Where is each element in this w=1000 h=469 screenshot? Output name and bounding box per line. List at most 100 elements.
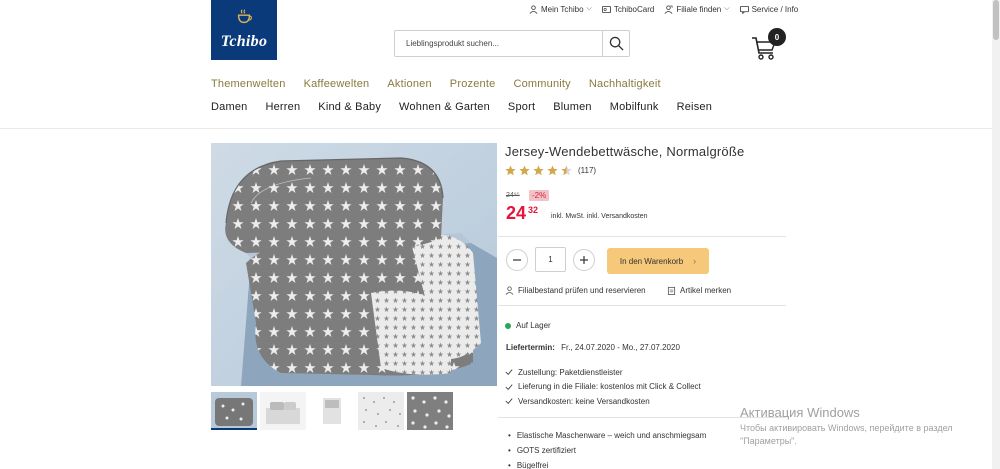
tchibo-logo[interactable]: Tchibo	[211, 0, 277, 60]
nav-community[interactable]: Community	[513, 78, 570, 90]
discount-badge: -2%	[529, 190, 550, 201]
current-price: 24 32	[506, 203, 538, 224]
search-button[interactable]	[602, 31, 629, 56]
search-input[interactable]	[395, 31, 602, 56]
delivery-label: Liefertermin:	[506, 343, 555, 352]
stock-label: Auf Lager	[516, 321, 551, 330]
divider	[498, 305, 786, 306]
nav-damen[interactable]: Damen	[211, 101, 247, 113]
quantity-input[interactable]: 1	[535, 247, 566, 272]
list-item: Zustellung: Paketdienstleister	[505, 365, 701, 380]
star-icon	[533, 165, 544, 176]
minus-icon	[513, 259, 521, 261]
thumbnail-5[interactable]	[407, 392, 453, 430]
product-highlights: Elastische Maschenware – weich und ansch…	[508, 428, 706, 469]
nav-wohnen-garten[interactable]: Wohnen & Garten	[399, 101, 490, 113]
chevron-right-icon: ›	[693, 256, 697, 266]
list-item: Lieferung in die Filiale: kostenlos mit …	[505, 380, 701, 395]
in-stock-dot-icon	[505, 322, 511, 329]
utility-mein-tchibo[interactable]: Mein Tchibo ⌵	[529, 5, 592, 14]
chat-icon	[739, 5, 749, 14]
shipping-features: Zustellung: Paketdienstleister Lieferung…	[505, 365, 701, 409]
header-divider	[0, 128, 992, 129]
scrollbar-thumb[interactable]	[993, 0, 999, 40]
plus-icon	[580, 256, 588, 264]
list-item: Versandkosten: keine Versandkosten	[505, 394, 701, 409]
nav-secondary: Damen Herren Kind & Baby Wohnen & Garten…	[211, 101, 712, 113]
delivery-date: Liefertermin: Fr., 24.07.2020 - Mo., 27.…	[506, 343, 680, 352]
list-item: GOTS zertifiziert	[508, 443, 706, 458]
thumbnail-2[interactable]	[260, 392, 306, 430]
utility-label: Service / Info	[751, 4, 799, 14]
chevron-down-icon: ⌵	[586, 5, 592, 12]
checkmark-icon	[505, 398, 513, 405]
rating-stars[interactable]: (117)	[505, 165, 596, 176]
store-check-label: Filialbestand prüfen und reservieren	[518, 286, 646, 295]
cart-count-badge: 0	[768, 28, 786, 46]
nav-blumen[interactable]: Blumen	[553, 101, 592, 113]
chevron-down-icon: ⌵	[724, 5, 730, 12]
nav-kind-baby[interactable]: Kind & Baby	[318, 101, 381, 113]
page-scrollbar[interactable]	[992, 0, 1000, 469]
store-person-icon	[664, 4, 673, 14]
clipboard-icon	[667, 286, 676, 295]
card-icon	[601, 5, 611, 13]
watermark-line2: "Параметры".	[740, 436, 797, 446]
store-person-icon	[505, 286, 514, 295]
feature-text: Zustellung: Paketdienstleister	[518, 367, 623, 377]
search-icon	[609, 36, 624, 51]
nav-themenwelten[interactable]: Themenwelten	[211, 78, 286, 90]
utility-filiale-finden[interactable]: Filiale finden ⌵	[664, 4, 730, 14]
search-bar	[394, 30, 630, 57]
add-to-cart-button[interactable]: In den Warenkorb ›	[607, 248, 709, 274]
star-half-icon	[561, 165, 572, 176]
utility-service-info[interactable]: Service / Info	[739, 4, 799, 14]
user-icon	[529, 4, 538, 14]
windows-activation-watermark: Активация Windows Чтобы активировать Win…	[740, 405, 953, 448]
nav-prozente[interactable]: Prozente	[450, 78, 496, 90]
nav-sport[interactable]: Sport	[508, 101, 535, 113]
product-title: Jersey-Wendebettwäsche, Normalgröße	[505, 144, 745, 159]
list-item: Elastische Maschenware – weich und ansch…	[508, 428, 706, 443]
logo-wordmark: Tchibo	[220, 33, 268, 50]
store-check-link[interactable]: Filialbestand prüfen und reservieren	[505, 286, 646, 295]
feature-text: Lieferung in die Filiale: kostenlos mit …	[518, 382, 701, 392]
star-icon	[519, 165, 530, 176]
thumbnail-4[interactable]	[358, 392, 404, 430]
nav-kaffeewelten[interactable]: Kaffeewelten	[304, 78, 370, 90]
nav-mobilfunk[interactable]: Mobilfunk	[610, 101, 659, 113]
stock-status: Auf Lager	[505, 321, 551, 330]
coffee-cup-icon	[237, 9, 253, 24]
nav-nachhaltigkeit[interactable]: Nachhaltigkeit	[589, 78, 661, 90]
nav-reisen[interactable]: Reisen	[677, 101, 712, 113]
feature-text: Versandkosten: keine Versandkosten	[518, 396, 650, 406]
watermark-line1: Чтобы активировать Windows, перейдите в …	[740, 423, 953, 433]
product-main-image[interactable]	[211, 143, 497, 386]
add-to-cart-label: In den Warenkorb	[619, 256, 684, 266]
star-icon	[547, 165, 558, 176]
rating-count: (117)	[578, 166, 597, 175]
utility-label: TchiboCard	[613, 4, 655, 14]
utility-label: Filiale finden	[676, 4, 722, 14]
thumbnail-strip	[211, 392, 453, 430]
delivery-value: Fr., 24.07.2020 - Mo., 27.07.2020	[561, 343, 680, 352]
watermark-title: Активация Windows	[740, 405, 860, 420]
nav-herren[interactable]: Herren	[265, 101, 300, 113]
cart-button[interactable]: 0	[751, 28, 791, 60]
checkmark-icon	[505, 369, 513, 376]
thumbnail-3[interactable]	[309, 392, 355, 430]
remember-item-link[interactable]: Artikel merken	[667, 286, 731, 295]
list-item: Bügelfrei	[508, 458, 706, 469]
nav-aktionen[interactable]: Aktionen	[387, 78, 431, 90]
utility-nav: Mein Tchibo ⌵ TchiboCard Filiale finden …	[529, 3, 798, 15]
old-price: 24⁹⁵	[506, 192, 520, 199]
nav-primary: Themenwelten Kaffeewelten Aktionen Proze…	[211, 78, 661, 90]
checkmark-icon	[505, 384, 513, 390]
quantity-increase-button[interactable]	[573, 249, 595, 271]
vat-note: inkl. MwSt. inkl. Versandkosten	[551, 213, 648, 220]
quantity-decrease-button[interactable]	[506, 249, 528, 271]
price-cents: 32	[528, 205, 539, 215]
utility-tchibocard[interactable]: TchiboCard	[601, 4, 655, 14]
utility-label: Mein Tchibo	[541, 4, 584, 14]
thumbnail-1[interactable]	[211, 392, 257, 430]
